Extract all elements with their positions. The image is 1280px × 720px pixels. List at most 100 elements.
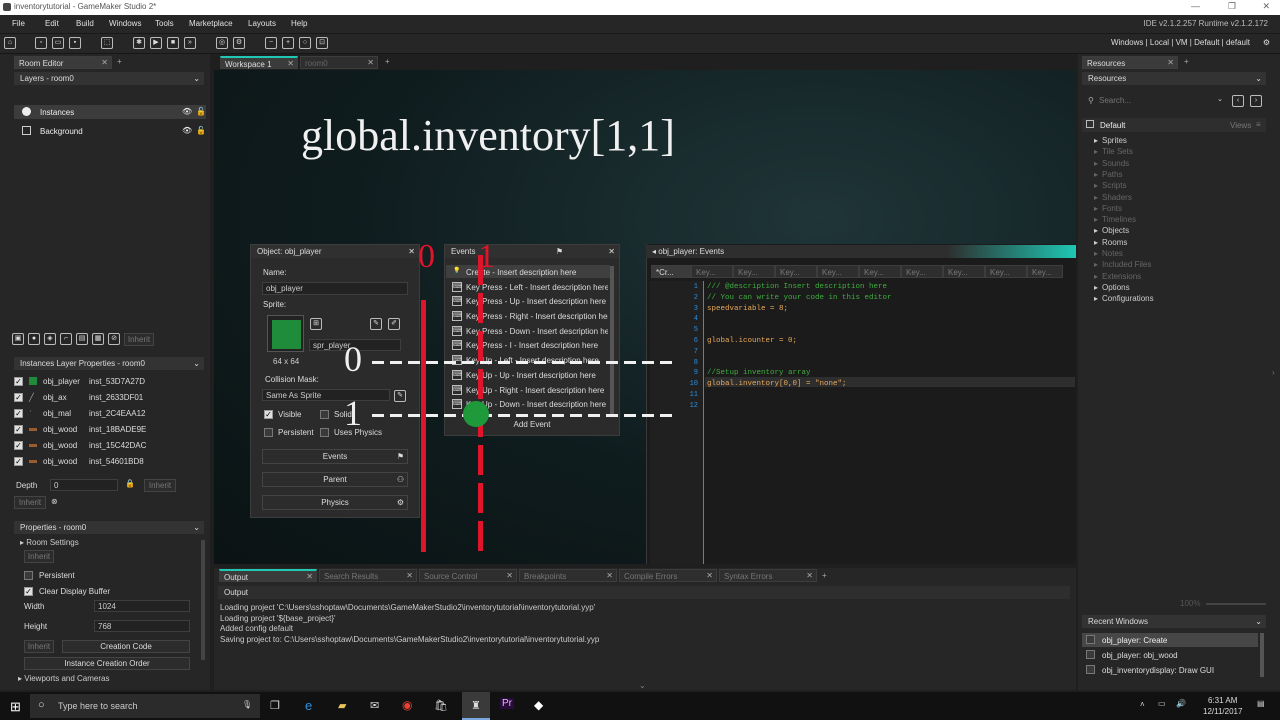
- resource-folder[interactable]: ▸ Notes: [1094, 249, 1123, 258]
- layers-header[interactable]: Layers - room0 ⌄: [14, 72, 204, 85]
- resource-folder[interactable]: ▸ Options: [1094, 283, 1130, 292]
- resource-folder[interactable]: ▸ Objects: [1094, 226, 1129, 235]
- inherit-settings-button[interactable]: Inherit: [24, 550, 54, 563]
- output-tab[interactable]: Breakpoints ✕: [519, 569, 617, 582]
- close-icon[interactable]: ✕: [1262, 1, 1270, 12]
- creation-code-button[interactable]: Creation Code: [62, 640, 190, 653]
- sprite-new-icon[interactable]: ⊞: [310, 318, 322, 330]
- resource-folder[interactable]: ▸ Scripts: [1094, 181, 1126, 190]
- add-instance-layer-icon[interactable]: ●: [28, 333, 40, 345]
- target-icon[interactable]: ◎: [216, 37, 228, 49]
- chrome-icon[interactable]: ◉: [402, 698, 412, 712]
- debug-icon[interactable]: ✱: [133, 37, 145, 49]
- inherit-layers-button[interactable]: Inherit: [124, 332, 154, 346]
- expand-icon[interactable]: ⌄: [639, 681, 646, 690]
- instance-row[interactable]: ✓ obj_wood inst_18BADE9E: [14, 421, 206, 437]
- layer-background[interactable]: Background 👁 🔓: [14, 124, 206, 138]
- new-project-icon[interactable]: ▫: [35, 37, 47, 49]
- menu-marketplace[interactable]: Marketplace: [189, 19, 233, 28]
- recent-window-item[interactable]: obj_player: obj_wood: [1082, 648, 1258, 662]
- code-line[interactable]: //Setup inventory array: [707, 369, 811, 377]
- microphone-icon[interactable]: 🎙: [242, 700, 252, 709]
- task-view-icon[interactable]: ❐: [270, 699, 280, 712]
- inherit-depth-button[interactable]: Inherit: [144, 479, 176, 492]
- instance-checkbox[interactable]: ✓: [14, 456, 23, 466]
- recent-window-item[interactable]: obj_player: Create: [1082, 633, 1258, 647]
- zoom-out-icon[interactable]: −: [265, 37, 277, 49]
- code-tab[interactable]: Key...: [985, 265, 1027, 278]
- resource-folder[interactable]: ▸ Rooms: [1094, 238, 1127, 247]
- mail-icon[interactable]: ✉: [370, 699, 379, 712]
- sprite-paint-icon[interactable]: ✐: [388, 318, 400, 330]
- eye-icon[interactable]: 👁: [182, 126, 192, 135]
- resource-folder[interactable]: ▸ Sprites: [1094, 136, 1127, 145]
- menu-windows[interactable]: Windows: [109, 19, 141, 28]
- output-tab[interactable]: Output ✕: [219, 569, 317, 582]
- volume-icon[interactable]: 🔊: [1176, 699, 1186, 708]
- code-tab[interactable]: *Cr...: [651, 265, 691, 278]
- clock-time[interactable]: 6:31 AM: [1208, 696, 1237, 705]
- instance-checkbox[interactable]: ✓: [14, 424, 23, 434]
- viewports-toggle[interactable]: ▸ Viewports and Cameras: [18, 674, 109, 683]
- tab-resources[interactable]: Resources ✕: [1082, 56, 1178, 69]
- store-icon[interactable]: 🛍: [434, 699, 448, 712]
- tab-room0[interactable]: room0 ✕: [300, 56, 378, 69]
- add-background-layer-icon[interactable]: ▣: [12, 333, 24, 345]
- clock-date[interactable]: 12/11/2017: [1203, 707, 1242, 716]
- code-tab[interactable]: Key...: [775, 265, 817, 278]
- resource-folder[interactable]: ▸ Configurations: [1094, 294, 1154, 303]
- inherit-button[interactable]: Inherit: [14, 496, 46, 509]
- zoom-slider[interactable]: [1206, 603, 1266, 605]
- resource-folder[interactable]: ▸ Paths: [1094, 170, 1122, 179]
- instance-checkbox[interactable]: ✓: [14, 376, 23, 386]
- views-menu-icon[interactable]: ≡: [1256, 120, 1261, 129]
- add-tab-icon[interactable]: +: [117, 57, 122, 66]
- resource-search-input[interactable]: [1096, 94, 1226, 106]
- tab-workspace-1[interactable]: Workspace 1 ✕: [220, 56, 298, 69]
- instance-row[interactable]: ✓ obj_wood inst_15C42DAC: [14, 437, 206, 453]
- expand-arrow-icon[interactable]: ▸: [1094, 147, 1098, 156]
- settings-icon[interactable]: ⚙: [233, 37, 245, 49]
- physics-button[interactable]: Physics ⚙: [262, 495, 408, 510]
- expand-arrow-icon[interactable]: ▸: [1094, 181, 1098, 190]
- add-tab-icon[interactable]: +: [385, 57, 390, 66]
- code-tab[interactable]: Key...: [817, 265, 859, 278]
- lock-icon[interactable]: 🔓: [196, 126, 206, 135]
- instance-checkbox[interactable]: ✓: [14, 392, 23, 402]
- output-tab[interactable]: Search Results ✕: [319, 569, 417, 582]
- event-item[interactable]: Key Up - Right - Insert description here: [466, 386, 608, 395]
- instance-checkbox[interactable]: ✓: [14, 440, 23, 450]
- resource-folder[interactable]: ▸ Tile Sets: [1094, 147, 1133, 156]
- expand-arrow-icon[interactable]: ▸: [1094, 260, 1098, 269]
- event-item[interactable]: Key Press - Up - Insert description here: [466, 297, 608, 306]
- zoom-in-icon[interactable]: +: [282, 37, 294, 49]
- expand-arrow-icon[interactable]: ▸: [1094, 249, 1098, 258]
- height-field[interactable]: 768: [94, 620, 190, 632]
- properties-header[interactable]: Properties - room0 ⌄: [14, 521, 204, 534]
- clear-display-toggle[interactable]: ✓ Clear Display Buffer: [24, 587, 110, 596]
- menu-layouts[interactable]: Layouts: [248, 19, 276, 28]
- resource-folder[interactable]: ▸ Timelines: [1094, 215, 1136, 224]
- expand-arrow-icon[interactable]: ▸: [1094, 193, 1098, 202]
- output-tab[interactable]: Source Control ✕: [419, 569, 517, 582]
- gamemaker-taskbar-icon[interactable]: ♜: [462, 692, 490, 720]
- instance-row[interactable]: ✓ obj_player inst_53D7A27D: [14, 373, 206, 389]
- code-panel-header[interactable]: ◂ obj_player: Events: [646, 245, 1076, 258]
- menu-build[interactable]: Build: [76, 19, 94, 28]
- code-tab[interactable]: Key...: [733, 265, 775, 278]
- left-scrollbar[interactable]: [201, 540, 205, 660]
- creation-order-button[interactable]: Instance Creation Order: [24, 657, 190, 670]
- app-icon[interactable]: ◆: [534, 698, 543, 712]
- code-line[interactable]: speedvariable = 8;: [707, 305, 788, 313]
- file-explorer-icon[interactable]: ▰: [338, 699, 346, 712]
- minimize-icon[interactable]: —: [1191, 1, 1200, 11]
- tray-chevron-icon[interactable]: ˄: [1140, 700, 1145, 709]
- resource-folder[interactable]: ▸ Fonts: [1094, 204, 1122, 213]
- nav-forward-icon[interactable]: ›: [1250, 95, 1262, 107]
- nav-back-icon[interactable]: ‹: [1232, 95, 1244, 107]
- events-panel-header[interactable]: Events ⚑ ✕: [445, 245, 619, 258]
- expand-arrow-icon[interactable]: ▸: [1094, 226, 1098, 235]
- tab-room-editor[interactable]: Room Editor ✕: [14, 56, 112, 69]
- run-icon[interactable]: ▶: [150, 37, 162, 49]
- event-item[interactable]: Key Press - Left - Insert description he…: [466, 283, 608, 292]
